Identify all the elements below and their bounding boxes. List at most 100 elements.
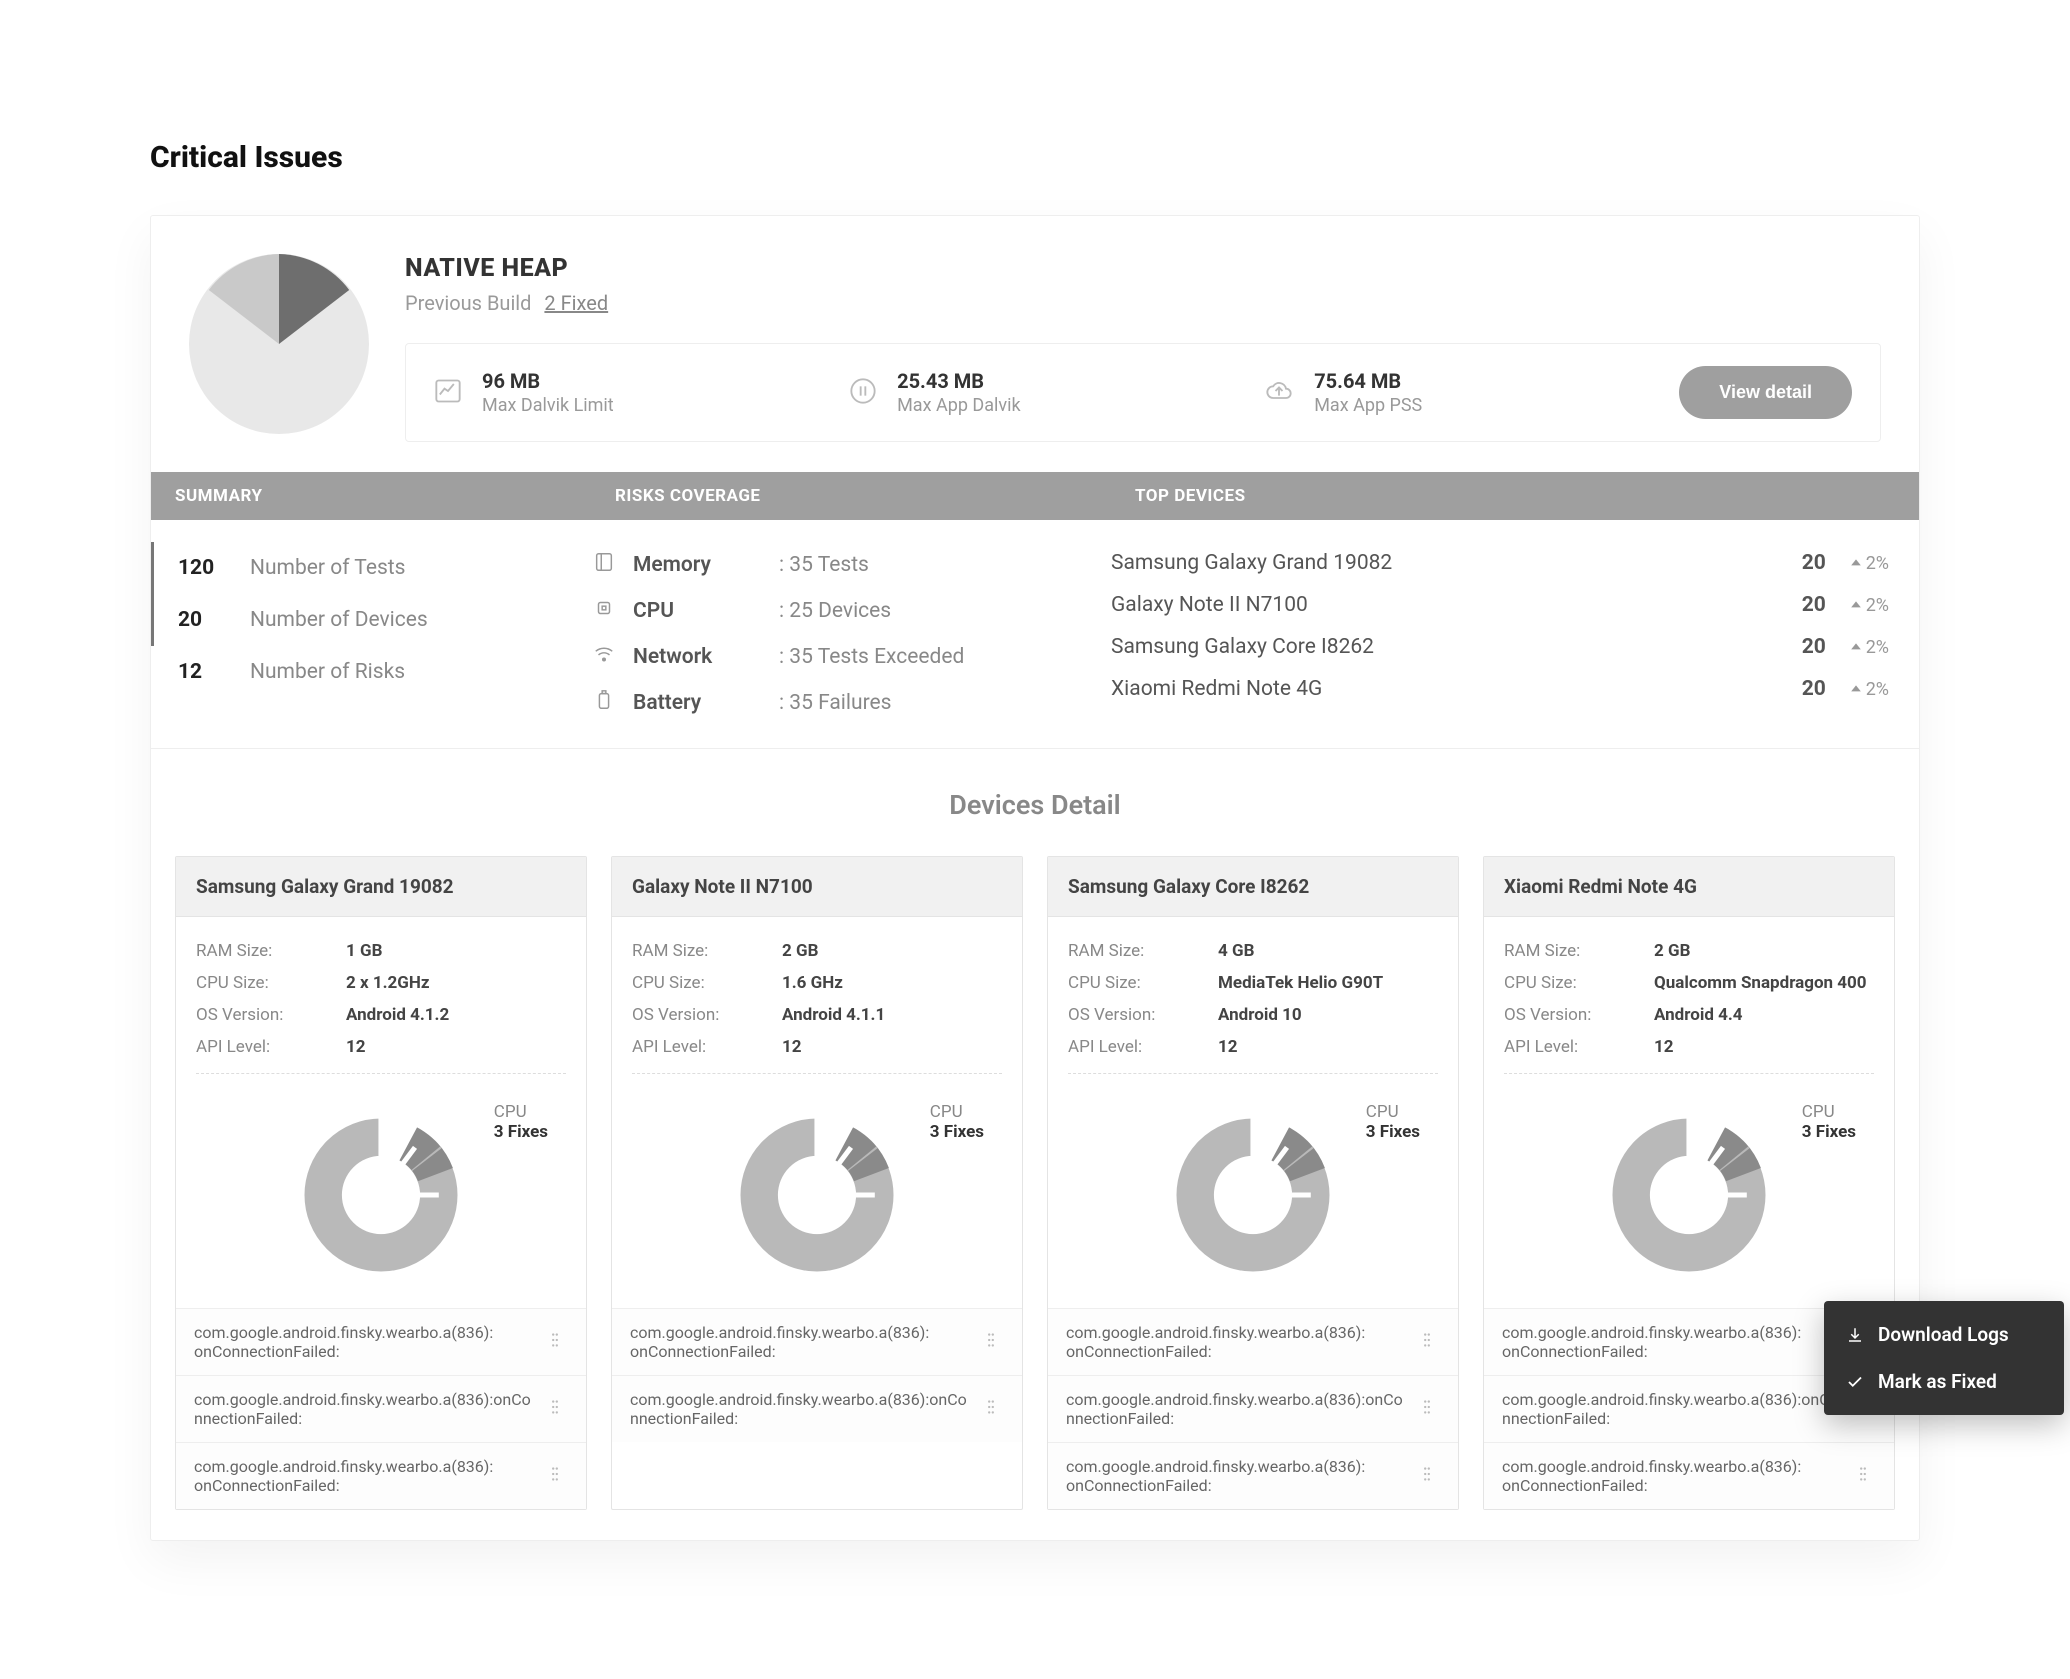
- log-actions-popup: Download Logs Mark as Fixed: [1824, 1301, 2064, 1415]
- device-delta: 2%: [1850, 679, 1889, 700]
- top-device-row[interactable]: Samsung Galaxy Grand 19082 20 2%: [1111, 542, 1889, 584]
- device-name: Samsung Galaxy Grand 19082: [1111, 551, 1802, 575]
- log-item: com.google.android.finsky.wearbo.a(836):…: [1484, 1308, 1894, 1375]
- donut-label: CPU 3 Fixes: [930, 1102, 984, 1142]
- kebab-icon[interactable]: [1414, 1327, 1440, 1357]
- donut-label: CPU 3 Fixes: [494, 1102, 548, 1142]
- spec-api: API Level:12: [1068, 1031, 1438, 1063]
- download-logs-item[interactable]: Download Logs: [1824, 1311, 2064, 1358]
- kebab-icon[interactable]: [1850, 1461, 1876, 1491]
- view-detail-button[interactable]: View detail: [1679, 366, 1852, 419]
- fixed-link[interactable]: 2 Fixed: [544, 291, 608, 315]
- band-summary: SUMMARY: [175, 486, 615, 506]
- donut-label: CPU 3 Fixes: [1802, 1102, 1856, 1142]
- log-text: com.google.android.finsky.wearbo.a(836):…: [194, 1457, 532, 1495]
- heap-subtitle: Previous Build 2 Fixed: [405, 291, 1881, 315]
- spec-os: OS Version:Android 4.4: [1504, 999, 1874, 1031]
- device-donut-chart: CPU 3 Fixes: [632, 1090, 1002, 1300]
- device-count: 20: [1802, 551, 1850, 575]
- spec-os: OS Version:Android 10: [1068, 999, 1438, 1031]
- spec-ram: RAM Size:2 GB: [1504, 935, 1874, 967]
- device-name: Xiaomi Redmi Note 4G: [1111, 677, 1802, 701]
- log-item: com.google.android.finsky.wearbo.a(836):…: [176, 1308, 586, 1375]
- kebab-icon[interactable]: [542, 1461, 568, 1491]
- summary-devices[interactable]: 20Number of Devices: [151, 594, 591, 646]
- wifi-icon: [591, 643, 617, 671]
- spec-cpu: CPU Size:MediaTek Helio G90T: [1068, 967, 1438, 999]
- device-delta: 2%: [1850, 595, 1889, 616]
- spec-cpu: CPU Size:1.6 GHz: [632, 967, 1002, 999]
- cpu-icon: [591, 597, 617, 625]
- device-card: Samsung Galaxy Core I8262 RAM Size:4 GB …: [1047, 856, 1459, 1510]
- log-item: com.google.android.finsky.wearbo.a(836):…: [176, 1442, 586, 1509]
- kebab-icon[interactable]: [542, 1327, 568, 1357]
- section-band: SUMMARY RISKS COVERAGE TOP DEVICES: [151, 472, 1919, 520]
- spec-os: OS Version:Android 4.1.1: [632, 999, 1002, 1031]
- spec-os: OS Version:Android 4.1.2: [196, 999, 566, 1031]
- kebab-icon[interactable]: [1414, 1394, 1440, 1424]
- band-risks: RISKS COVERAGE: [615, 486, 1135, 506]
- summary-risks[interactable]: 12Number of Risks: [151, 646, 591, 698]
- memory-icon: [591, 551, 617, 579]
- kebab-icon[interactable]: [1414, 1461, 1440, 1491]
- download-icon: [1846, 1326, 1864, 1344]
- kebab-icon[interactable]: [542, 1394, 568, 1424]
- top-device-row[interactable]: Samsung Galaxy Core I8262 20 2%: [1111, 626, 1889, 668]
- log-text: com.google.android.finsky.wearbo.a(836):…: [1502, 1390, 1840, 1428]
- log-item: com.google.android.finsky.wearbo.a(836):…: [176, 1375, 586, 1442]
- log-item: com.google.android.finsky.wearbo.a(836):…: [1484, 1442, 1894, 1509]
- log-text: com.google.android.finsky.wearbo.a(836):…: [1502, 1323, 1840, 1361]
- heap-title: NATIVE HEAP: [405, 254, 1881, 283]
- log-text: com.google.android.finsky.wearbo.a(836):…: [1066, 1323, 1404, 1361]
- summary-column: 120Number of Tests 20Number of Devices 1…: [151, 542, 591, 726]
- risk-memory: Memory: 35 Tests: [591, 542, 1111, 588]
- top-device-row[interactable]: Galaxy Note II N7100 20 2%: [1111, 584, 1889, 626]
- risk-battery: Battery: 35 Failures: [591, 680, 1111, 726]
- spec-ram: RAM Size:4 GB: [1068, 935, 1438, 967]
- metric-label: Max App Dalvik: [897, 395, 1021, 416]
- metric-label: Max Dalvik Limit: [482, 395, 614, 416]
- log-item: com.google.android.finsky.wearbo.a(836):…: [1048, 1375, 1458, 1442]
- spec-ram: RAM Size:1 GB: [196, 935, 566, 967]
- log-text: com.google.android.finsky.wearbo.a(836):…: [194, 1390, 532, 1428]
- previous-build-label: Previous Build: [405, 291, 531, 315]
- caret-up-icon: [1850, 683, 1862, 695]
- device-count: 20: [1802, 635, 1850, 659]
- spec-api: API Level:12: [196, 1031, 566, 1063]
- device-donut-chart: CPU 3 Fixes: [1068, 1090, 1438, 1300]
- device-cards: Samsung Galaxy Grand 19082 RAM Size:1 GB…: [151, 856, 1919, 1540]
- band-devices: TOP DEVICES: [1135, 486, 1895, 506]
- heap-header: NATIVE HEAP Previous Build 2 Fixed 96 MB…: [151, 216, 1919, 472]
- log-item: com.google.android.finsky.wearbo.a(836):…: [612, 1375, 1022, 1442]
- cloud-upload-icon: [1264, 377, 1294, 409]
- kebab-icon[interactable]: [978, 1327, 1004, 1357]
- check-icon: [1846, 1373, 1864, 1391]
- line-chart-icon: [434, 377, 462, 409]
- log-item: com.google.android.finsky.wearbo.a(836):…: [612, 1308, 1022, 1375]
- metric-max-app-dalvik: 25.43 MB Max App Dalvik: [849, 369, 1254, 416]
- spec-api: API Level:12: [1504, 1031, 1874, 1063]
- device-donut-chart: CPU 3 Fixes: [1504, 1090, 1874, 1300]
- risk-network: Network: 35 Tests Exceeded: [591, 634, 1111, 680]
- log-text: com.google.android.finsky.wearbo.a(836):…: [630, 1390, 968, 1428]
- kebab-icon[interactable]: [978, 1394, 1004, 1424]
- top-device-row[interactable]: Xiaomi Redmi Note 4G 20 2%: [1111, 668, 1889, 710]
- device-card: Xiaomi Redmi Note 4G RAM Size:2 GB CPU S…: [1483, 856, 1895, 1510]
- metric-value: 96 MB: [482, 369, 614, 393]
- mark-as-fixed-item[interactable]: Mark as Fixed: [1824, 1358, 2064, 1405]
- log-item: com.google.android.finsky.wearbo.a(836):…: [1048, 1442, 1458, 1509]
- caret-up-icon: [1850, 557, 1862, 569]
- device-name: Samsung Galaxy Core I8262: [1111, 635, 1802, 659]
- device-card-title: Samsung Galaxy Grand 19082: [176, 857, 586, 917]
- device-count: 20: [1802, 593, 1850, 617]
- summary-tests[interactable]: 120Number of Tests: [151, 542, 591, 594]
- caret-up-icon: [1850, 599, 1862, 611]
- page-title: Critical Issues: [150, 140, 1920, 175]
- spec-api: API Level:12: [632, 1031, 1002, 1063]
- log-text: com.google.android.finsky.wearbo.a(836):…: [1066, 1457, 1404, 1495]
- log-text: com.google.android.finsky.wearbo.a(836):…: [630, 1323, 968, 1361]
- pause-circle-icon: [849, 377, 877, 409]
- metric-max-app-pss: 75.64 MB Max App PSS: [1264, 369, 1669, 416]
- top-devices-column: Samsung Galaxy Grand 19082 20 2% Galaxy …: [1111, 542, 1919, 726]
- spec-cpu: CPU Size:2 x 1.2GHz: [196, 967, 566, 999]
